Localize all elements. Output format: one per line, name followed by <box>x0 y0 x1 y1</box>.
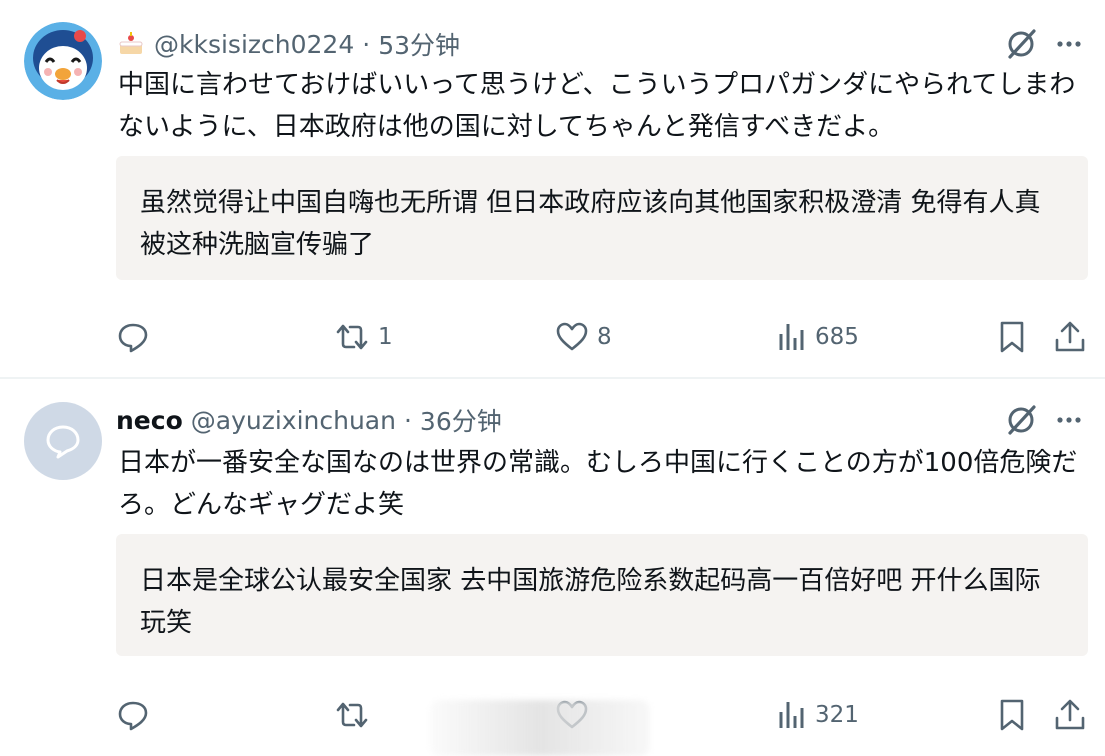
repost-button[interactable]: 1 <box>334 317 393 357</box>
display-name[interactable]: neco <box>116 406 183 435</box>
avatar[interactable] <box>24 22 102 100</box>
like-count: 8 <box>597 324 612 350</box>
views-button[interactable]: 685 <box>777 317 859 357</box>
share-button[interactable] <box>1053 317 1087 357</box>
separator: · <box>403 405 412 435</box>
like-button[interactable]: 8 <box>555 317 612 357</box>
repost-count: 1 <box>378 324 393 350</box>
share-icon <box>1055 321 1085 352</box>
more-icon[interactable] <box>1052 403 1086 437</box>
reply-icon <box>118 323 148 353</box>
views-count: 321 <box>815 702 859 728</box>
post-header: neco @ayuzixinchuan · 36分钟 <box>116 400 502 440</box>
more-icon[interactable] <box>1052 27 1086 61</box>
post-divider <box>0 377 1105 379</box>
views-icon <box>779 324 804 350</box>
repost-button[interactable] <box>334 695 370 735</box>
reply-icon <box>118 701 148 731</box>
user-handle[interactable]: @kksisizch0224 <box>154 30 354 59</box>
avatar[interactable] <box>24 402 102 480</box>
post-1[interactable]: @kksisizch0224 · 53分钟 中国に言わせておけばいいって思うけど… <box>0 0 1105 378</box>
grok-icon[interactable] <box>1004 27 1038 61</box>
repost-icon <box>336 324 368 350</box>
post-header: @kksisizch0224 · 53分钟 <box>116 24 460 64</box>
translation-text: 日本是全球公认最安全国家 去中国旅游危险系数起码高一百倍好吧 开什么国际玩笑 <box>140 566 1041 638</box>
post-time[interactable]: 36分钟 <box>420 402 502 438</box>
repost-icon <box>336 702 368 728</box>
bookmark-button[interactable] <box>997 317 1027 357</box>
post-text: 日本が一番安全な国なのは世界の常識。むしろ中国に行くことの方が100倍危険だろ。… <box>118 448 1078 520</box>
user-handle[interactable]: @ayuzixinchuan <box>191 406 396 435</box>
views-button[interactable]: 321 <box>777 695 859 735</box>
default-avatar-icon <box>46 425 80 459</box>
cake-icon <box>116 29 146 59</box>
share-icon <box>1055 699 1085 730</box>
reply-button[interactable] <box>116 317 158 357</box>
post-text: 中国に言わせておけばいいって思うけど、こういうプロパガンダにやられてしまわないよ… <box>118 70 1076 142</box>
reply-button[interactable] <box>116 695 150 735</box>
post-time[interactable]: 53分钟 <box>378 26 460 62</box>
blurred-overlay <box>430 700 650 756</box>
translation-box: 日本是全球公认最安全国家 去中国旅游危险系数起码高一百倍好吧 开什么国际玩笑 <box>116 534 1088 656</box>
grok-icon[interactable] <box>1004 403 1038 437</box>
share-button[interactable] <box>1053 695 1087 735</box>
like-icon <box>556 322 588 351</box>
bookmark-icon <box>1000 699 1024 731</box>
penguin-avatar-icon <box>24 22 102 100</box>
views-icon <box>779 702 804 728</box>
views-count: 685 <box>815 324 859 350</box>
action-bar: 1 8 685 <box>0 317 1105 357</box>
separator: · <box>362 29 371 59</box>
translation-box: 虽然觉得让中国自嗨也无所谓 但日本政府应该向其他国家积极澄清 免得有人真被这种洗… <box>116 156 1088 280</box>
bookmark-button[interactable] <box>997 695 1027 735</box>
translation-text: 虽然觉得让中国自嗨也无所谓 但日本政府应该向其他国家积极澄清 免得有人真被这种洗… <box>140 188 1041 260</box>
bookmark-icon <box>1000 321 1024 353</box>
